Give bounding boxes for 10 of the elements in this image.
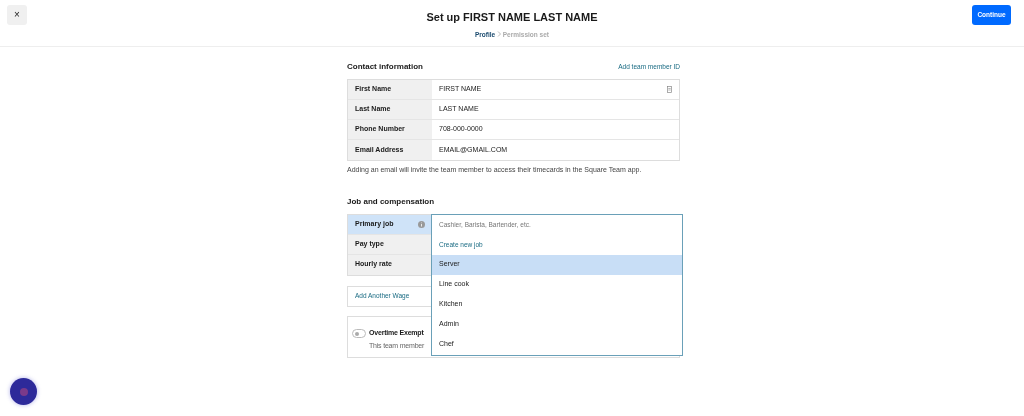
help-button[interactable] — [10, 378, 37, 405]
contact-card-icon[interactable] — [667, 86, 672, 93]
chevron-icon — [497, 31, 501, 38]
dot-icon — [19, 387, 28, 396]
close-button[interactable]: × — [7, 5, 27, 25]
section-heading: Contact information — [347, 61, 423, 73]
page-title: Set up FIRST NAME LAST NAME — [426, 10, 598, 25]
toggle-switch[interactable] — [352, 328, 366, 338]
info-icon[interactable] — [418, 220, 425, 228]
section-heading: Job and compensation — [347, 195, 436, 208]
